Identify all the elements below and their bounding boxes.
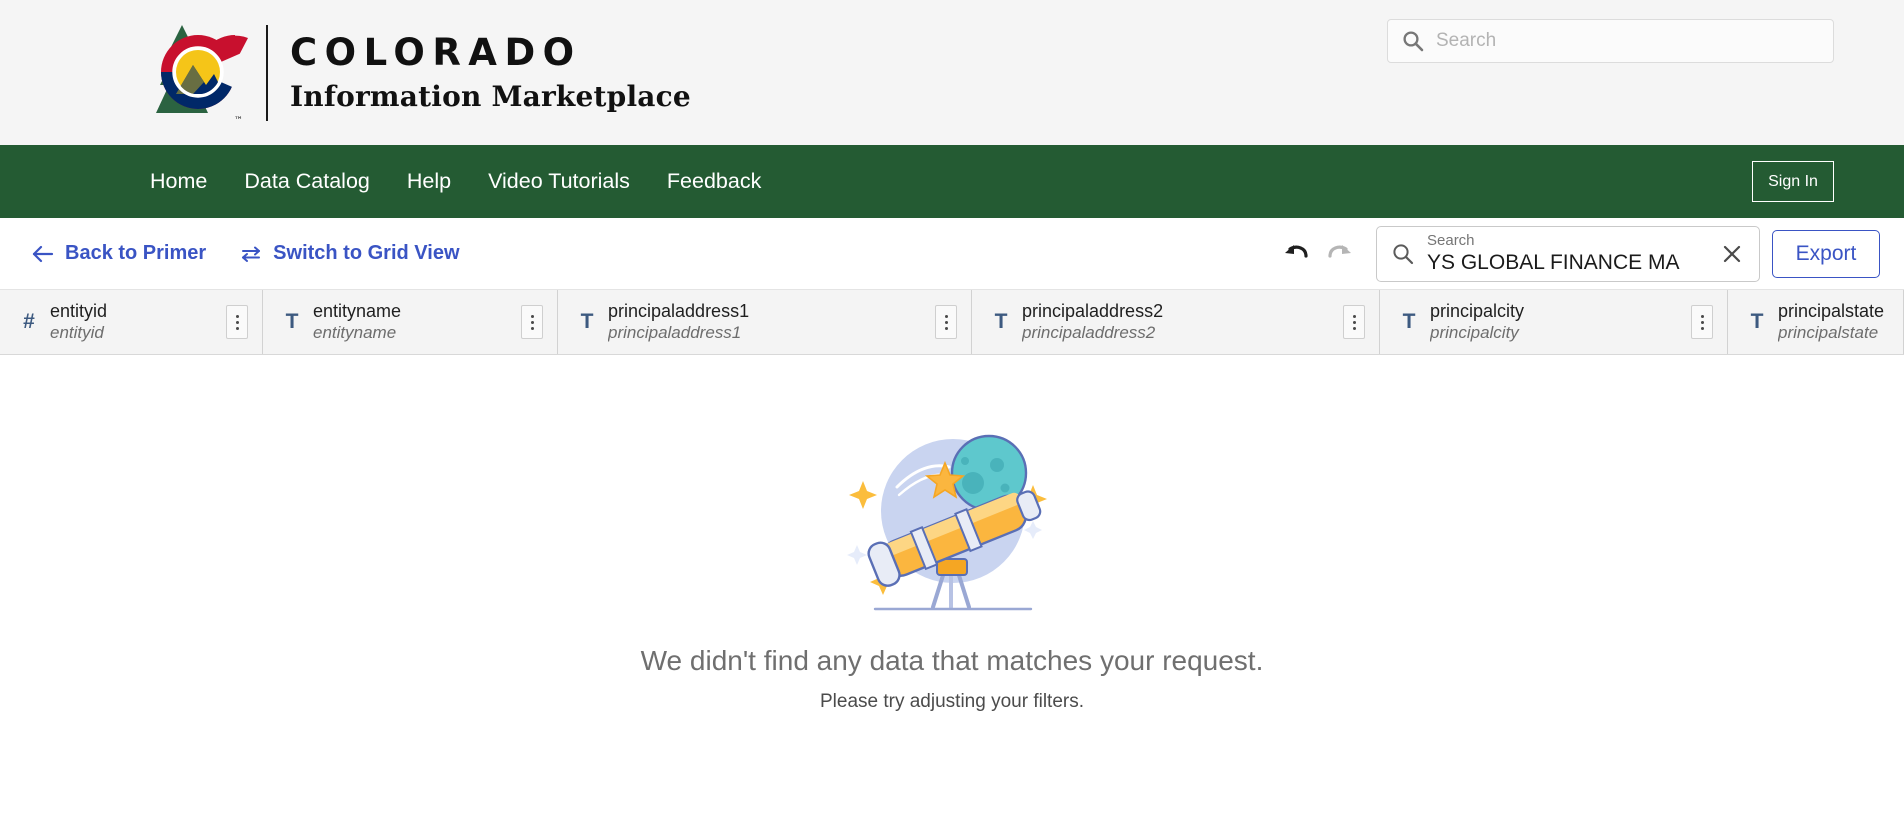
export-button[interactable]: Export — [1772, 229, 1880, 278]
main-navigation: Home Data Catalog Help Video Tutorials F… — [0, 145, 1904, 218]
empty-state-subtitle: Please try adjusting your filters. — [819, 691, 1084, 712]
logo-divider — [266, 24, 268, 121]
undo-button[interactable] — [1274, 232, 1318, 276]
column-name: entityname — [313, 301, 402, 321]
column-header-principalcity[interactable]: T principalcity principalcity — [1380, 290, 1728, 354]
nav-items: Home Data Catalog Help Video Tutorials F… — [150, 169, 761, 194]
column-header-entityid[interactable]: # entityid entityid — [0, 290, 263, 354]
telescope-illustration — [841, 434, 1047, 611]
redo-button[interactable] — [1318, 232, 1362, 276]
logo-subtitle: Information Marketplace — [290, 80, 691, 114]
back-to-primer-label: Back to Primer — [65, 242, 207, 264]
column-name: entityid — [50, 301, 108, 321]
number-type-icon: # — [23, 310, 35, 333]
arrow-left-icon — [32, 245, 54, 263]
nav-item-data-catalog[interactable]: Data Catalog — [244, 169, 370, 194]
column-field: entityname — [313, 322, 397, 342]
column-name: principaladdress1 — [608, 301, 750, 321]
column-menu-icon[interactable] — [1691, 305, 1713, 339]
column-menu-icon[interactable] — [521, 305, 543, 339]
swap-arrows-icon — [240, 245, 262, 263]
toolbar-right-group: Search YS GLOBAL FINANCE MA Export — [1274, 225, 1880, 282]
sign-in-button[interactable]: Sign In — [1752, 161, 1834, 202]
column-header-principalstate[interactable]: T principalstate principalstate — [1728, 290, 1904, 354]
logo-title: COLORADO — [290, 30, 582, 74]
nav-item-feedback[interactable]: Feedback — [667, 169, 761, 194]
column-name: principalstate — [1778, 301, 1885, 321]
text-type-icon: T — [994, 310, 1008, 333]
nav-item-video-tutorials[interactable]: Video Tutorials — [488, 169, 630, 194]
column-field: principalstate — [1778, 322, 1879, 342]
site-logo[interactable]: ™ COLORADO Information Marketplace — [138, 17, 691, 129]
colorado-c-logo-icon: ™ — [156, 24, 248, 126]
column-field: principaladdress1 — [608, 322, 742, 342]
brand-header: ™ COLORADO Information Marketplace — [0, 0, 1904, 145]
dataset-search-value[interactable]: YS GLOBAL FINANCE MA — [1427, 250, 1715, 276]
empty-state-title: We didn't find any data that matches you… — [640, 645, 1264, 676]
nav-item-home[interactable]: Home — [150, 169, 207, 194]
column-menu-icon[interactable] — [226, 305, 248, 339]
text-type-icon: T — [580, 310, 594, 333]
column-header-entityname[interactable]: T entityname entityname — [263, 290, 558, 354]
search-icon — [1403, 31, 1424, 52]
dataset-search-field[interactable]: Search YS GLOBAL FINANCE MA — [1376, 225, 1760, 282]
text-type-icon: T — [1402, 310, 1416, 333]
clear-search-button[interactable] — [1715, 237, 1749, 271]
column-header-principaladdress1[interactable]: T principaladdress1 principaladdress1 — [558, 290, 972, 354]
column-name: principalcity — [1430, 301, 1525, 321]
nav-item-help[interactable]: Help — [407, 169, 451, 194]
column-field: entityid — [50, 322, 104, 342]
search-icon — [1393, 243, 1414, 264]
redo-icon — [1328, 244, 1351, 258]
column-field: principaladdress2 — [1022, 322, 1156, 342]
column-name: principaladdress2 — [1022, 301, 1164, 321]
column-field: principalcity — [1430, 322, 1519, 342]
trademark-mark: ™ — [234, 116, 243, 126]
global-search-box[interactable] — [1387, 19, 1834, 63]
undo-icon — [1285, 244, 1308, 258]
switch-to-grid-view-button[interactable]: Switch to Grid View — [240, 242, 460, 265]
global-search-input[interactable] — [1436, 30, 1819, 52]
column-header-principaladdress2[interactable]: T principaladdress2 principaladdress2 — [972, 290, 1380, 354]
switch-to-grid-view-label: Switch to Grid View — [273, 242, 460, 264]
column-menu-icon[interactable] — [935, 305, 957, 339]
text-type-icon: T — [1750, 310, 1764, 333]
dataset-search-label: Search — [1427, 232, 1475, 250]
dataset-toolbar: Back to Primer Switch to Grid View Searc… — [0, 218, 1904, 290]
back-to-primer-button[interactable]: Back to Primer — [32, 242, 206, 265]
empty-state: We didn't find any data that matches you… — [0, 355, 1904, 834]
text-type-icon: T — [285, 310, 299, 333]
column-header-row: # entityid entityid T entityname entityn… — [0, 290, 1904, 355]
column-menu-icon[interactable] — [1343, 305, 1365, 339]
close-icon — [1723, 245, 1741, 262]
